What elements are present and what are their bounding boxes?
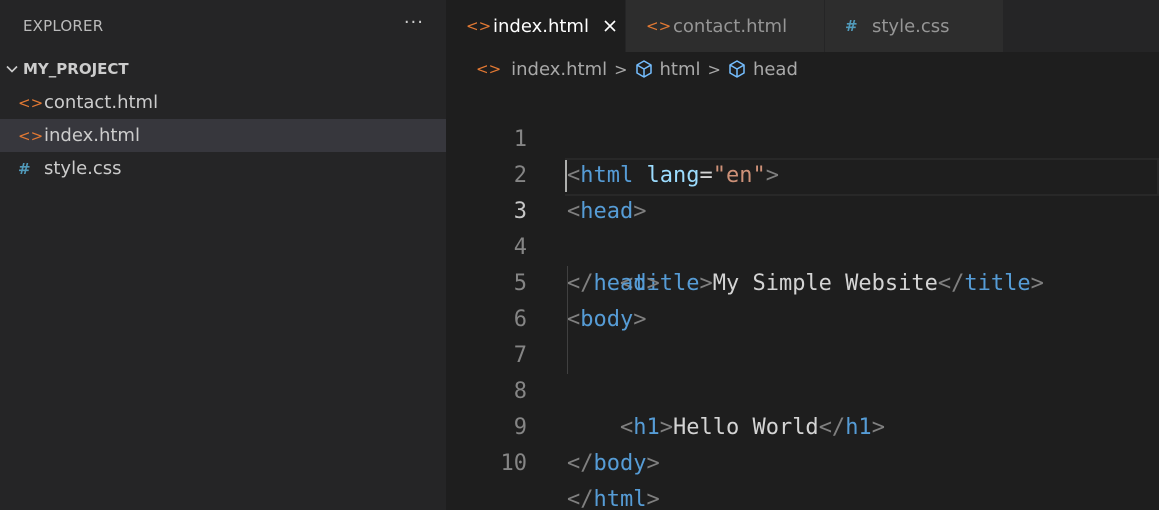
code-text[interactable]: </body> — [567, 446, 660, 482]
html-file-icon: <> — [18, 126, 44, 145]
code-line: 2 <head> — [446, 122, 1159, 224]
html-file-icon: <> — [476, 60, 502, 78]
tab-contact-html[interactable]: <> contact.html — [626, 0, 825, 52]
tab-label: index.html — [493, 15, 589, 37]
breadcrumb-file[interactable]: index.html — [511, 59, 607, 80]
editor-tabs: <> index.html <> contact.html # style.cs… — [446, 0, 1159, 52]
element-cube-icon — [634, 59, 654, 79]
code-line: 9 </body> — [446, 374, 1159, 476]
file-label: style.css — [44, 158, 122, 179]
code-line: 1 <html lang="en"> — [446, 86, 1159, 188]
project-name: MY_PROJECT — [23, 60, 129, 78]
css-file-icon: # — [18, 159, 31, 178]
indent-guide — [567, 266, 568, 302]
code-editor[interactable]: 1 <html lang="en"> 2 <head> 3 <title>My … — [446, 86, 1159, 510]
html-file-icon: <> — [646, 17, 672, 35]
indent-guide — [567, 338, 568, 374]
breadcrumb: <> index.html > html > head — [476, 52, 798, 86]
chevron-right-icon: > — [614, 59, 628, 79]
close-icon[interactable] — [601, 17, 619, 35]
explorer-sidebar: EXPLORER ··· MY_PROJECT <> contact.html … — [0, 0, 446, 510]
chevron-right-icon: > — [707, 59, 721, 79]
tab-label: contact.html — [673, 15, 788, 37]
code-line: 6 — [446, 266, 1159, 332]
more-actions-icon[interactable]: ··· — [404, 14, 424, 38]
html-file-icon: <> — [466, 17, 492, 35]
breadcrumb-head[interactable]: head — [753, 59, 798, 80]
code-line-current: 3 <title>My Simple Website</title> — [446, 158, 1159, 296]
code-line: 5 <body> — [446, 230, 1159, 332]
explorer-title: EXPLORER — [23, 17, 104, 35]
tab-label: style.css — [872, 15, 950, 37]
file-item-contact-html[interactable]: <> contact.html — [0, 86, 446, 119]
code-line: 4 </head> — [446, 194, 1159, 296]
css-file-icon: # — [845, 17, 858, 35]
code-line: 10 </html> — [446, 410, 1159, 510]
tab-style-css[interactable]: # style.css — [825, 0, 1004, 52]
html-file-icon: <> — [18, 93, 44, 112]
file-item-index-html[interactable]: <> index.html — [0, 119, 446, 152]
explorer-header: EXPLORER ··· — [0, 0, 446, 52]
file-item-style-css[interactable]: # style.css — [0, 152, 446, 185]
text-cursor — [565, 160, 567, 192]
code-text[interactable]: </html> — [567, 482, 660, 510]
file-label: index.html — [44, 125, 140, 146]
indent-guide — [567, 302, 568, 338]
file-label: contact.html — [44, 92, 159, 113]
code-line: 7 <h1>Hello World</h1> — [446, 302, 1159, 440]
element-cube-icon — [727, 59, 747, 79]
breadcrumb-html[interactable]: html — [660, 59, 701, 80]
chevron-down-icon — [2, 59, 22, 79]
code-line: 8 — [446, 338, 1159, 404]
line-number: 10 — [500, 451, 528, 476]
project-folder[interactable]: MY_PROJECT — [0, 52, 446, 86]
tab-index-html[interactable]: <> index.html — [446, 0, 626, 52]
